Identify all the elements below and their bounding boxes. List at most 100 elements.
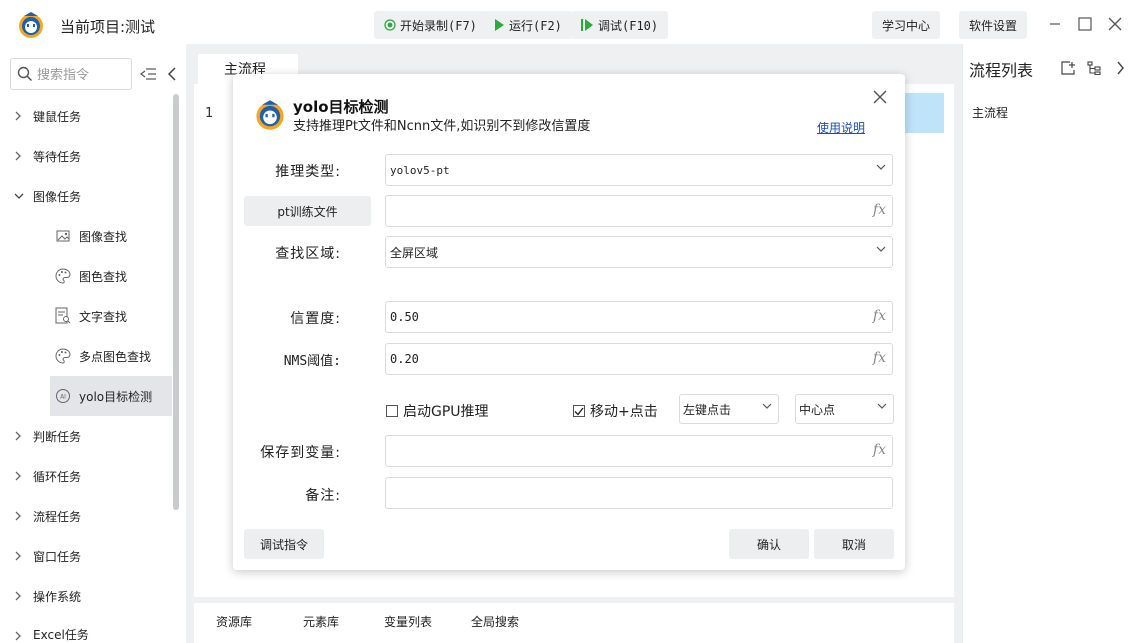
fx-icon[interactable]: fx bbox=[873, 442, 886, 458]
software-settings-button[interactable]: 软件设置 bbox=[959, 11, 1028, 39]
move-click-checkbox[interactable]: 移动+点击 bbox=[573, 401, 658, 421]
start-record-label: 开始录制(F7) bbox=[400, 18, 477, 33]
category-wait[interactable]: 等待任务 bbox=[6, 136, 171, 176]
tab-element-library[interactable]: 元素库 bbox=[303, 613, 339, 630]
add-flow-icon[interactable] bbox=[1058, 58, 1078, 78]
infer-type-select[interactable]: yolov5-pt bbox=[385, 154, 893, 186]
pt-file-button[interactable]: pt训练文件 bbox=[244, 196, 371, 226]
learn-center-button[interactable]: 学习中心 bbox=[872, 11, 941, 39]
chevron-right-icon bbox=[14, 551, 28, 561]
flow-list-item[interactable]: 主流程 bbox=[972, 104, 1008, 121]
chevron-right-icon[interactable] bbox=[1110, 58, 1130, 78]
tab-global-search[interactable]: 全局搜索 bbox=[471, 613, 519, 630]
tab-resource-library[interactable]: 资源库 bbox=[216, 613, 252, 630]
yolo-detect-dialog: yolo目标检测 支持推理Pt文件和Ncnn文件,如识别不到修改信置度 使用说明… bbox=[233, 74, 905, 570]
click-type-select[interactable]: 左键点击 bbox=[679, 394, 779, 424]
nms-input[interactable]: 0.20 fx bbox=[385, 343, 893, 375]
chevron-right-icon bbox=[14, 431, 28, 441]
category-image[interactable]: 图像任务 bbox=[6, 176, 171, 216]
tree-structure-icon[interactable] bbox=[1084, 58, 1104, 78]
confidence-label: 信置度: bbox=[290, 311, 341, 327]
note-input[interactable] bbox=[385, 477, 893, 509]
nms-label: NMS阈值: bbox=[283, 354, 341, 369]
region-select[interactable]: 全屏区域 bbox=[385, 236, 893, 268]
category-window[interactable]: 窗口任务 bbox=[6, 536, 171, 576]
fx-icon[interactable]: fx bbox=[873, 308, 886, 324]
play-icon bbox=[494, 19, 505, 31]
debug-label: 调试(F10) bbox=[598, 18, 659, 33]
app-logo-icon bbox=[256, 100, 284, 130]
move-click-label: 移动+点击 bbox=[590, 404, 658, 420]
category-label: 操作系统 bbox=[33, 589, 82, 604]
category-label: 键鼠任务 bbox=[33, 109, 82, 124]
chevron-right-icon bbox=[14, 111, 28, 121]
category-excel[interactable]: Excel任务 bbox=[6, 616, 171, 643]
pt-file-input[interactable]: fx bbox=[385, 195, 893, 227]
fx-icon[interactable]: fx bbox=[873, 202, 886, 218]
region-label: 查找区域: bbox=[275, 246, 341, 262]
sub-item-label: yolo目标检测 bbox=[79, 389, 153, 404]
record-icon bbox=[384, 19, 396, 31]
run-button[interactable]: 运行(F2) bbox=[484, 11, 572, 39]
gpu-checkbox[interactable]: 启动GPU推理 bbox=[386, 401, 489, 421]
sub-item-text-find[interactable]: 文字查找 bbox=[50, 296, 172, 336]
close-window-icon[interactable] bbox=[1105, 14, 1125, 34]
debug-command-button[interactable]: 调试指令 bbox=[244, 529, 324, 559]
chevron-right-icon bbox=[14, 151, 28, 161]
help-link[interactable]: 使用说明 bbox=[817, 119, 865, 136]
chevron-right-icon bbox=[14, 511, 28, 521]
category-mouse-keyboard[interactable]: 键鼠任务 bbox=[6, 96, 171, 136]
sub-item-yolo-detect[interactable]: AI yolo目标检测 bbox=[50, 376, 172, 416]
category-judge[interactable]: 判断任务 bbox=[6, 416, 171, 456]
debug-play-icon bbox=[581, 19, 594, 31]
sub-item-label: 多点图色查找 bbox=[79, 349, 152, 364]
collapse-list-icon[interactable] bbox=[138, 64, 158, 84]
flow-list-title: 流程列表 bbox=[969, 61, 1034, 80]
chevron-right-icon bbox=[14, 631, 28, 641]
category-label: 窗口任务 bbox=[33, 549, 82, 564]
gpu-label: 启动GPU推理 bbox=[403, 404, 489, 420]
note-label: 备注: bbox=[305, 488, 341, 504]
infer-type-label: 推理类型: bbox=[275, 164, 341, 180]
sub-item-multi-color-find[interactable]: 多点图色查找 bbox=[50, 336, 172, 376]
confirm-button[interactable]: 确认 bbox=[729, 529, 809, 559]
region-value: 全屏区域 bbox=[390, 245, 439, 260]
category-loop[interactable]: 循环任务 bbox=[6, 456, 171, 496]
minimize-icon[interactable] bbox=[1045, 14, 1065, 34]
run-label: 运行(F2) bbox=[509, 18, 562, 33]
search-box[interactable] bbox=[10, 58, 132, 90]
confidence-value: 0.50 bbox=[390, 310, 419, 324]
collapse-sidebar-icon[interactable] bbox=[162, 64, 182, 84]
dialog-subtitle: 支持推理Pt文件和Ncnn文件,如识别不到修改信置度 bbox=[293, 119, 591, 134]
fx-icon[interactable]: fx bbox=[873, 350, 886, 366]
category-label: 流程任务 bbox=[33, 509, 82, 524]
chevron-down-icon bbox=[877, 402, 887, 410]
sub-item-label: 图像查找 bbox=[79, 229, 128, 244]
sub-item-color-find[interactable]: 图色查找 bbox=[50, 256, 172, 296]
click-position-value: 中心点 bbox=[799, 402, 836, 417]
sub-item-label: 文字查找 bbox=[79, 309, 128, 324]
search-input[interactable] bbox=[37, 66, 125, 82]
sub-item-label: 图色查找 bbox=[79, 269, 128, 284]
search-icon bbox=[17, 66, 33, 82]
category-label: 判断任务 bbox=[33, 429, 82, 444]
category-os[interactable]: 操作系统 bbox=[6, 576, 171, 616]
category-flow[interactable]: 流程任务 bbox=[6, 496, 171, 536]
save-var-input[interactable]: fx bbox=[385, 435, 893, 467]
category-label: 循环任务 bbox=[33, 469, 82, 484]
project-title: 当前项目:测试 bbox=[60, 18, 156, 36]
ai-icon: AI bbox=[54, 387, 72, 405]
cancel-button[interactable]: 取消 bbox=[814, 529, 894, 559]
debug-button[interactable]: 调试(F10) bbox=[571, 11, 669, 39]
sidebar-scrollbar[interactable] bbox=[173, 94, 179, 510]
start-record-button[interactable]: 开始录制(F7) bbox=[374, 11, 487, 39]
maximize-icon[interactable] bbox=[1075, 14, 1095, 34]
category-label: 图像任务 bbox=[33, 189, 82, 204]
tab-variable-list[interactable]: 变量列表 bbox=[384, 613, 432, 630]
close-icon[interactable] bbox=[869, 86, 891, 108]
sub-item-image-find[interactable]: 图像查找 bbox=[50, 216, 172, 256]
checkbox-checked-box bbox=[573, 405, 585, 417]
click-position-select[interactable]: 中心点 bbox=[795, 394, 894, 424]
click-type-value: 左键点击 bbox=[683, 402, 732, 417]
confidence-input[interactable]: 0.50 fx bbox=[385, 301, 893, 333]
